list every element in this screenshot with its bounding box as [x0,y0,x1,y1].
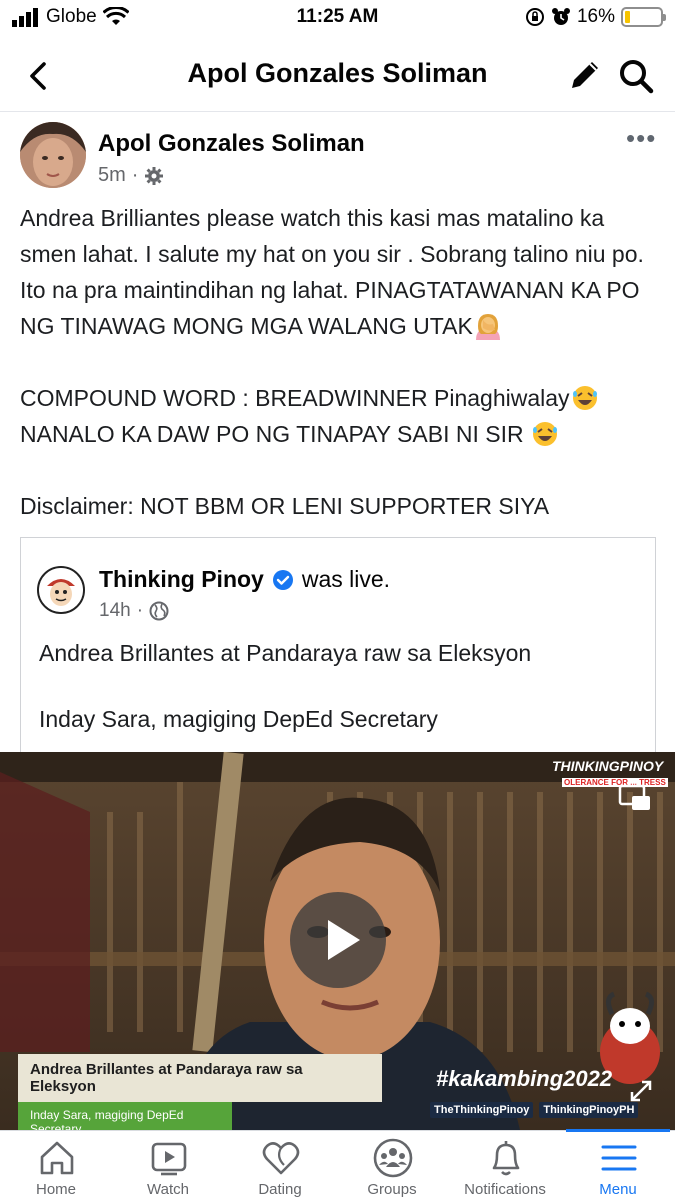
tab-notifications-label: Notifications [464,1181,546,1198]
rofl-emoji [532,422,557,446]
video-icon [151,1142,187,1176]
battery-fill [625,11,630,23]
tab-home-label: Home [35,1181,76,1198]
thinking-pinoy-avatar[interactable] [37,566,85,614]
post-time[interactable]: 5m [98,164,126,187]
tab-menu[interactable]: Menu [562,1129,674,1200]
bell-icon [492,1141,520,1176]
post-body: Andrea Brilliantes please watch this kas… [20,200,660,524]
shared-text-line-2: Inday Sara, magiging DepEd Secretary [39,706,438,732]
tab-notifications[interactable]: Notifications [449,1131,561,1200]
battery-icon [621,7,666,27]
meta-separator: · [131,164,139,186]
post-text-2b: NANALO KA DAW PO NG TINAPAY SABI NI SIR [20,421,530,447]
post-text-2a: COMPOUND WORD : BREADWINNER Pinaghiwalay [20,385,570,411]
post-paragraph-3: Disclaimer: NOT BBM OR LENI SUPPORTER SI… [20,493,550,519]
play-icon [328,920,360,960]
pencil-icon[interactable] [566,56,604,94]
hamburger-icon [601,1145,637,1171]
heart-icon [262,1142,300,1175]
post-paragraph-2: COMPOUND WORD : BREADWINNER Pinaghiwalay… [20,380,660,452]
lower-third-subtitle: Inday Sara, magiging DepEd Secretary [18,1102,232,1130]
post-text-1: Andrea Brilliantes please watch this kas… [20,205,644,339]
post-paragraph-1: Andrea Brilliantes please watch this kas… [20,200,660,344]
shared-author-line: Thinking Pinoy was live. [99,566,390,593]
tab-dating[interactable]: Dating [224,1131,336,1200]
video-socials: TheThinkingPinoy ThinkingPinoyPH [430,1102,639,1118]
avatar-photo [20,122,86,188]
video-watermark: THINKINGPINOY [552,758,664,774]
shared-meta: 14h · [99,600,169,622]
shared-time[interactable]: 14h [99,600,131,622]
rotation-lock-icon [525,8,544,26]
tab-watch-label: Watch [147,1181,189,1198]
tab-home[interactable]: Home [0,1131,112,1200]
verified-badge-icon [272,569,293,590]
shared-text-line-1: Andrea Brillantes at Pandaraya raw sa El… [39,640,532,666]
shared-post-card[interactable]: Thinking Pinoy was live. 14h · Andrea Br… [20,537,656,753]
globe-icon [149,601,169,621]
status-bar: Globe 11:25 AM 16% [0,0,675,36]
search-icon[interactable] [616,56,656,96]
tab-menu-label: Menu [599,1181,637,1198]
video-player[interactable]: THINKINGPINOY OLERANCE FOR ... TRESS And… [0,752,675,1130]
home-icon [40,1141,74,1175]
post-meta: 5m · [98,164,164,187]
active-tab-indicator [566,1129,670,1132]
post-author-name[interactable]: Apol Gonzales Soliman [98,130,365,158]
lower-third-title: Andrea Brillantes at Pandaraya raw sa El… [18,1054,382,1102]
tab-dating-label: Dating [258,1181,302,1198]
shared-meta-separator: · [136,600,144,621]
tab-watch[interactable]: Watch [112,1131,224,1200]
tab-groups-label: Groups [367,1181,417,1198]
picture-in-picture-icon[interactable] [618,784,652,814]
play-button[interactable] [290,892,386,988]
status-right: 16% [525,6,666,28]
facepalm-emoji [475,314,500,340]
gear-icon [145,166,164,185]
more-options-icon[interactable]: ••• [626,125,656,151]
video-hashtag: #kakambing2022 [436,1066,613,1091]
top-navigation-bar: Apol Gonzales Soliman [0,40,675,112]
battery-percent: 16% [576,6,615,27]
thinking-pinoy-logo [39,568,83,612]
shared-status: was live. [301,566,391,592]
social-youtube: ThinkingPinoyPH [539,1102,639,1118]
social-facebook: TheThinkingPinoy [430,1102,534,1118]
tab-groups[interactable]: Groups [336,1131,448,1200]
video-lower-third: Andrea Brillantes at Pandaraya raw sa El… [18,1054,382,1130]
author-avatar[interactable] [20,122,86,188]
bottom-tab-bar: Home Watch Dating Groups Notifications M… [0,1129,675,1200]
groups-icon [373,1138,413,1178]
alarm-icon [551,8,570,25]
expand-icon[interactable] [626,1076,656,1106]
rofl-emoji [572,386,597,410]
shared-page-name[interactable]: Thinking Pinoy [99,566,264,593]
